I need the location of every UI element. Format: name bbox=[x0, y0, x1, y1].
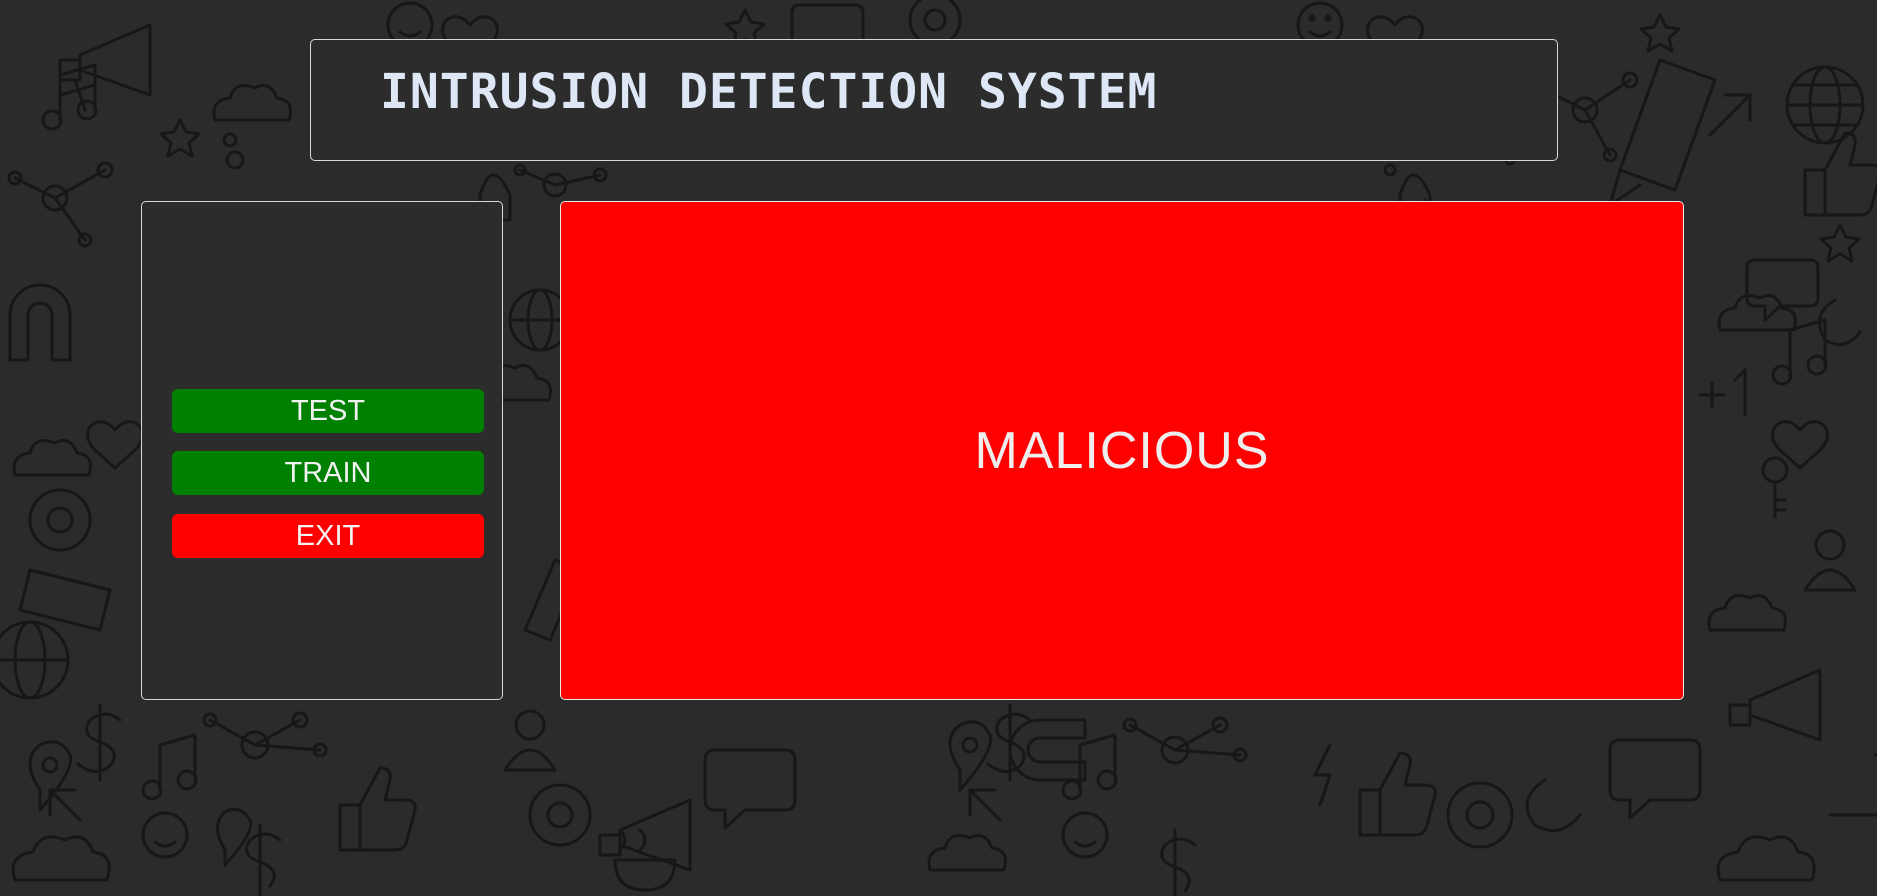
control-panel: TEST TRAIN EXIT bbox=[141, 201, 503, 700]
app-title: INTRUSION DETECTION SYSTEM bbox=[380, 64, 1158, 120]
train-button[interactable]: TRAIN bbox=[172, 451, 484, 495]
exit-button[interactable]: EXIT bbox=[172, 514, 484, 558]
result-label: MALICIOUS bbox=[974, 421, 1270, 480]
title-panel: INTRUSION DETECTION SYSTEM bbox=[310, 39, 1558, 161]
test-button[interactable]: TEST bbox=[172, 389, 484, 433]
result-panel: MALICIOUS bbox=[560, 201, 1684, 700]
